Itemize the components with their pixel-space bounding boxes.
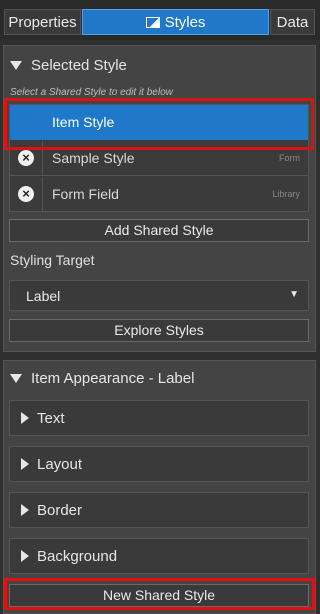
tab-data[interactable]: Data (270, 9, 315, 35)
tab-styles-label: Styles (164, 13, 206, 31)
styling-target-select[interactable]: Label ▼ (9, 280, 309, 311)
shared-style-list: Item Style × Sample Style Form × Form Fi… (9, 104, 309, 212)
chevron-down-icon: ▼ (289, 289, 299, 300)
section-label: Background (37, 548, 118, 565)
item-appearance-panel (3, 360, 316, 614)
style-name: Item Style (52, 114, 115, 130)
styling-target-value: Label (26, 288, 61, 304)
image-icon (145, 16, 160, 28)
expand-triangle-icon (21, 458, 29, 470)
expand-triangle-icon (21, 504, 29, 516)
collapse-triangle-icon (10, 374, 22, 383)
tab-properties[interactable]: Properties (4, 9, 81, 35)
row-divider (42, 141, 43, 175)
section-label: Border (37, 502, 83, 519)
item-appearance-title: Item Appearance - Label (31, 370, 195, 387)
collapse-triangle-icon (10, 61, 22, 70)
selected-style-hint: Select a Shared Style to edit it below (10, 87, 173, 98)
section-text[interactable]: Text (9, 400, 309, 436)
style-name: Sample Style (52, 150, 135, 166)
section-layout[interactable]: Layout (9, 446, 309, 482)
tab-properties-label: Properties (8, 13, 77, 31)
styling-target-label: Styling Target (10, 252, 95, 268)
expand-triangle-icon (21, 550, 29, 562)
section-label: Layout (37, 456, 83, 473)
selected-style-title: Selected Style (31, 57, 127, 74)
new-shared-style-button[interactable]: New Shared Style (9, 584, 309, 607)
item-appearance-header[interactable]: Item Appearance - Label (10, 370, 194, 387)
remove-style-icon[interactable]: × (18, 150, 34, 166)
section-border[interactable]: Border (9, 492, 309, 528)
expand-triangle-icon (21, 412, 29, 424)
selected-style-header[interactable]: Selected Style (10, 57, 127, 74)
section-label: Text (37, 410, 65, 427)
section-background[interactable]: Background (9, 538, 309, 574)
style-source-tag: Library (272, 189, 300, 199)
row-divider (42, 177, 43, 212)
tab-data-label: Data (276, 13, 309, 31)
style-item-form-field[interactable]: × Form Field Library (10, 177, 308, 212)
style-source-tag: Form (279, 153, 300, 163)
style-item-item-style[interactable]: Item Style (10, 105, 308, 140)
style-item-sample-style[interactable]: × Sample Style Form (10, 141, 308, 176)
tab-styles[interactable]: Styles (82, 9, 269, 35)
tab-bar: Properties Styles Data (0, 0, 320, 40)
add-shared-style-button[interactable]: Add Shared Style (9, 219, 309, 242)
explore-styles-button[interactable]: Explore Styles (9, 319, 309, 342)
style-name: Form Field (52, 186, 119, 202)
remove-style-icon[interactable]: × (18, 186, 34, 202)
